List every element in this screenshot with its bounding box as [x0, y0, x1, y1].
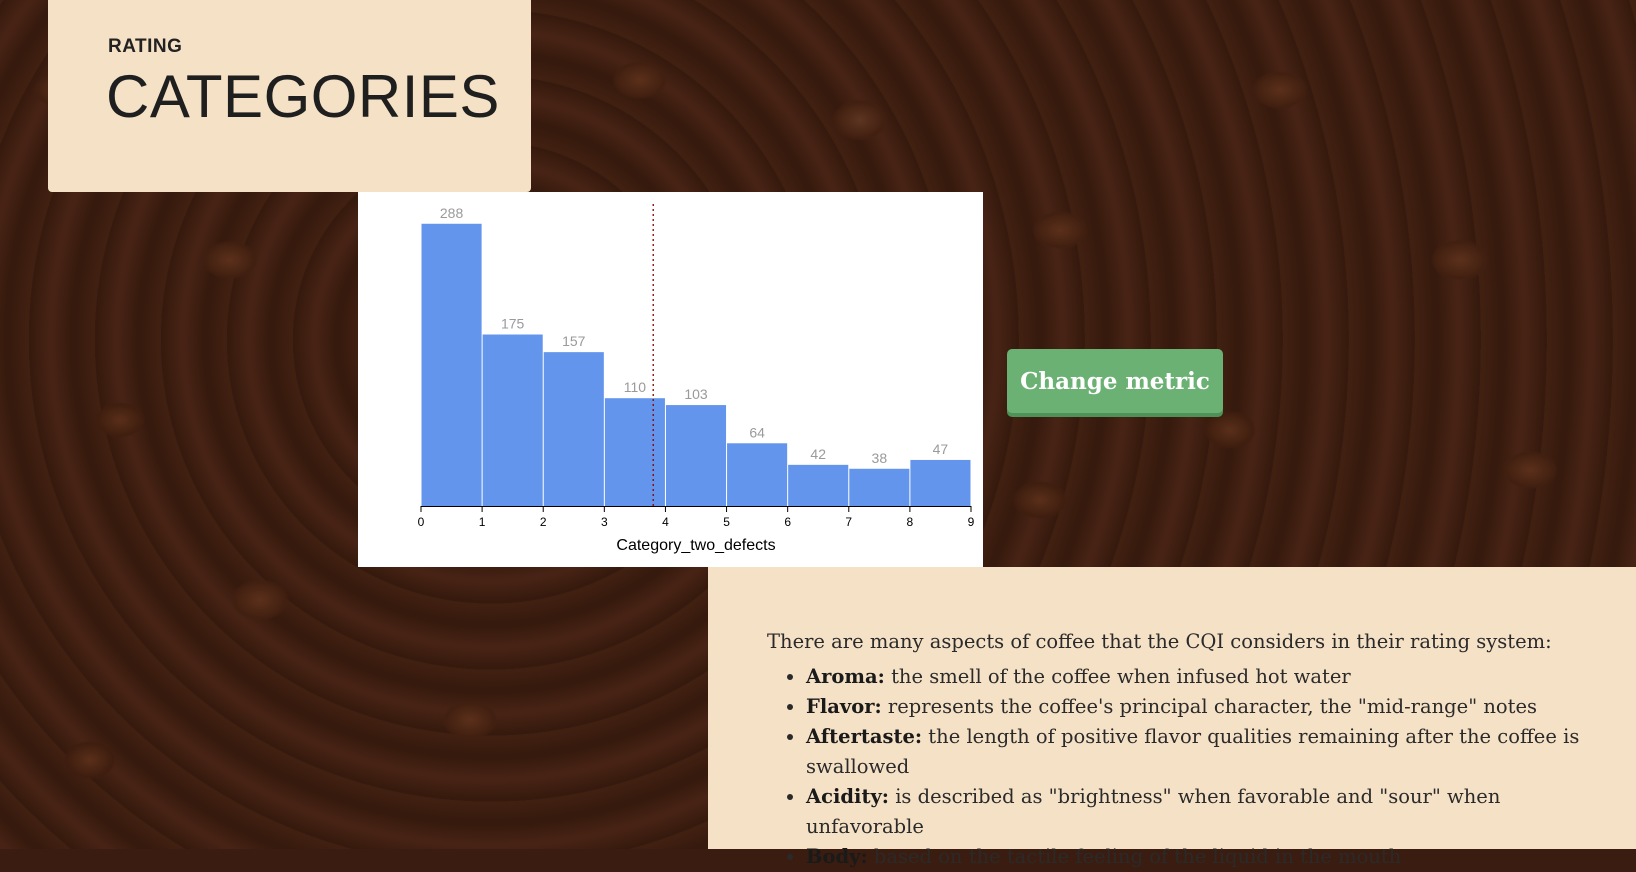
- bar-value-label: 47: [933, 441, 949, 457]
- x-tick-label: 0: [418, 515, 425, 529]
- aspect-item-aroma: Aroma: the smell of the coffee when infu…: [806, 662, 1586, 692]
- histogram-bar: [482, 334, 543, 506]
- x-axis-label: Category_two_defects: [616, 537, 775, 554]
- section-eyebrow: RATING: [108, 36, 183, 57]
- histogram-bar: [910, 459, 971, 506]
- aspect-text: is described as "brightness" when favora…: [806, 785, 1501, 838]
- x-tick-label: 4: [662, 515, 669, 529]
- bar-value-label: 175: [501, 316, 525, 332]
- bar-value-label: 157: [562, 333, 586, 349]
- histogram-bar: [788, 464, 849, 506]
- aspect-term: Flavor:: [806, 695, 882, 718]
- x-tick-label: 9: [968, 515, 975, 529]
- bar-value-label: 288: [440, 205, 464, 221]
- histogram-bar: [727, 443, 788, 506]
- aspect-term: Body:: [806, 845, 868, 868]
- aspect-item-flavor: Flavor: represents the coffee's principa…: [806, 692, 1586, 722]
- bar-value-label: 64: [749, 424, 765, 440]
- bar-value-label: 42: [810, 446, 826, 462]
- bar-value-label: 38: [872, 450, 888, 466]
- histogram-bar: [665, 405, 727, 506]
- aspect-text: the smell of the coffee when infused hot…: [884, 665, 1351, 688]
- title-panel: RATING CATEGORIES: [48, 0, 531, 192]
- aspect-item-aftertaste: Aftertaste: the length of positive flavo…: [806, 722, 1586, 782]
- description-panel: There are many aspects of coffee that th…: [708, 567, 1636, 868]
- histogram-chart: 288 175 157 110 103 64 42 38 47 0 1 2 3 4 5 6 7 8 9 Categor…: [418, 204, 975, 554]
- bar-value-label: 103: [684, 386, 708, 402]
- x-tick-label: 1: [479, 515, 486, 529]
- bar-value-label: 110: [624, 379, 647, 395]
- x-tick-label: 6: [784, 515, 791, 529]
- aspect-term: Aftertaste:: [806, 725, 923, 748]
- histogram-bar: [543, 352, 604, 506]
- section-headline: CATEGORIES: [106, 63, 500, 130]
- aspect-term: Acidity:: [806, 785, 889, 808]
- x-tick-label: 3: [601, 515, 608, 529]
- histogram-bar: [604, 398, 665, 506]
- change-metric-button[interactable]: Change metric: [1007, 349, 1223, 413]
- x-tick-label: 2: [540, 515, 547, 529]
- description-intro: There are many aspects of coffee that th…: [767, 630, 1552, 653]
- histogram-bar: [421, 223, 482, 506]
- histogram-panel: 288 175 157 110 103 64 42 38 47 0 1 2 3 4 5 6 7 8 9 Categor…: [358, 192, 983, 567]
- histogram-bar: [849, 468, 910, 506]
- aspect-term: Aroma:: [806, 665, 885, 688]
- x-tick-label: 7: [845, 515, 852, 529]
- aspect-list: Aroma: the smell of the coffee when infu…: [767, 662, 1586, 872]
- aspect-item-body: Body: based on the tactile feeling of th…: [806, 842, 1586, 872]
- aspect-text: the length of positive flavor qualities …: [806, 725, 1580, 778]
- x-tick-label: 8: [907, 515, 914, 529]
- aspect-item-acidity: Acidity: is described as "brightness" wh…: [806, 782, 1586, 842]
- aspect-text: represents the coffee's principal charac…: [881, 695, 1538, 718]
- x-tick-label: 5: [723, 515, 730, 529]
- aspect-text: based on the tactile feeling of the liqu…: [867, 845, 1402, 868]
